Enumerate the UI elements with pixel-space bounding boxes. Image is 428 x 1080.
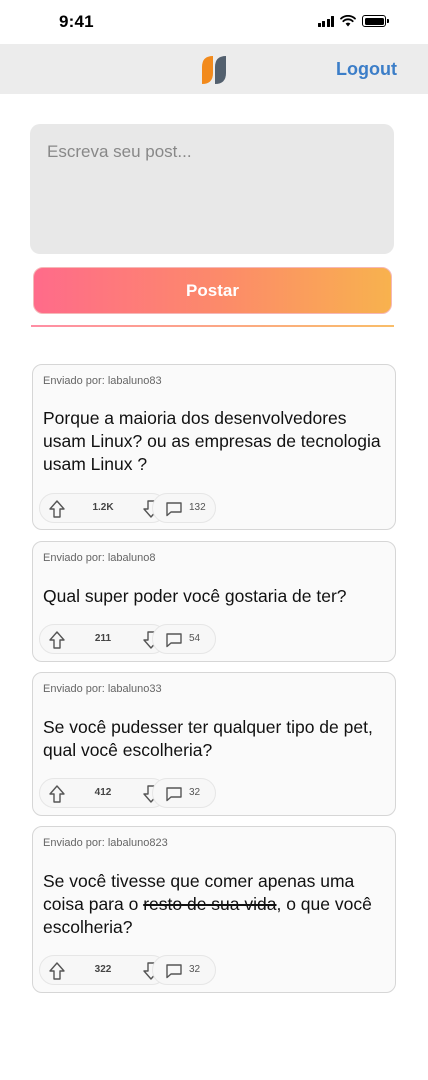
post-card: Enviado por: labaluno83 Porque a maioria…: [32, 364, 396, 530]
status-time: 9:41: [59, 12, 94, 31]
comments-button[interactable]: 54: [152, 624, 216, 654]
vote-control: 211: [39, 624, 167, 654]
battery-icon: [362, 15, 389, 27]
post-button[interactable]: Postar: [33, 267, 392, 314]
comments-button[interactable]: 32: [152, 955, 216, 985]
post-input[interactable]: [30, 124, 394, 254]
comment-icon: [166, 964, 182, 979]
post-card: Enviado por: labaluno823 Se você tivesse…: [32, 826, 396, 993]
cellular-signal-icon: [317, 15, 334, 27]
post-author: Enviado por: labaluno8: [43, 552, 156, 564]
logout-button[interactable]: Logout: [336, 59, 397, 80]
post-text: Qual super poder você gostaria de ter?: [43, 586, 347, 606]
post-author: Enviado por: labaluno33: [43, 683, 162, 695]
comment-icon: [166, 633, 182, 648]
post-text: Porque a maioria dos desenvolvedores usa…: [43, 408, 381, 474]
vote-control: 322: [39, 955, 167, 985]
comments-button[interactable]: 132: [152, 493, 216, 523]
comments-button[interactable]: 32: [152, 778, 216, 808]
post-author: Enviado por: labaluno83: [43, 375, 162, 387]
post-author: Enviado por: labaluno823: [43, 837, 168, 849]
post-text: Se você tivesse que comer apenas uma coi…: [43, 870, 383, 939]
comment-icon: [166, 787, 182, 802]
wifi-icon: [340, 15, 356, 27]
comment-count: 32: [189, 787, 201, 798]
comment-count: 54: [189, 633, 201, 644]
divider: [31, 325, 394, 327]
vote-control: 1.2K: [39, 493, 167, 523]
vote-control: 412: [39, 778, 167, 808]
post-card: Enviado por: labaluno8 Qual super poder …: [32, 541, 396, 662]
app-header: Logout: [0, 44, 428, 94]
status-icons: [317, 15, 389, 27]
comment-count: 132: [189, 502, 206, 513]
post-text: Se você pudesser ter qualquer tipo de pe…: [43, 717, 373, 760]
post-card: Enviado por: labaluno33 Se você pudesser…: [32, 672, 396, 816]
app-logo: [202, 56, 226, 84]
comment-count: 32: [189, 964, 201, 975]
post-text-strikethrough: resto de sua vida: [143, 894, 277, 914]
status-bar: 9:41: [0, 0, 428, 44]
comment-icon: [166, 502, 182, 517]
